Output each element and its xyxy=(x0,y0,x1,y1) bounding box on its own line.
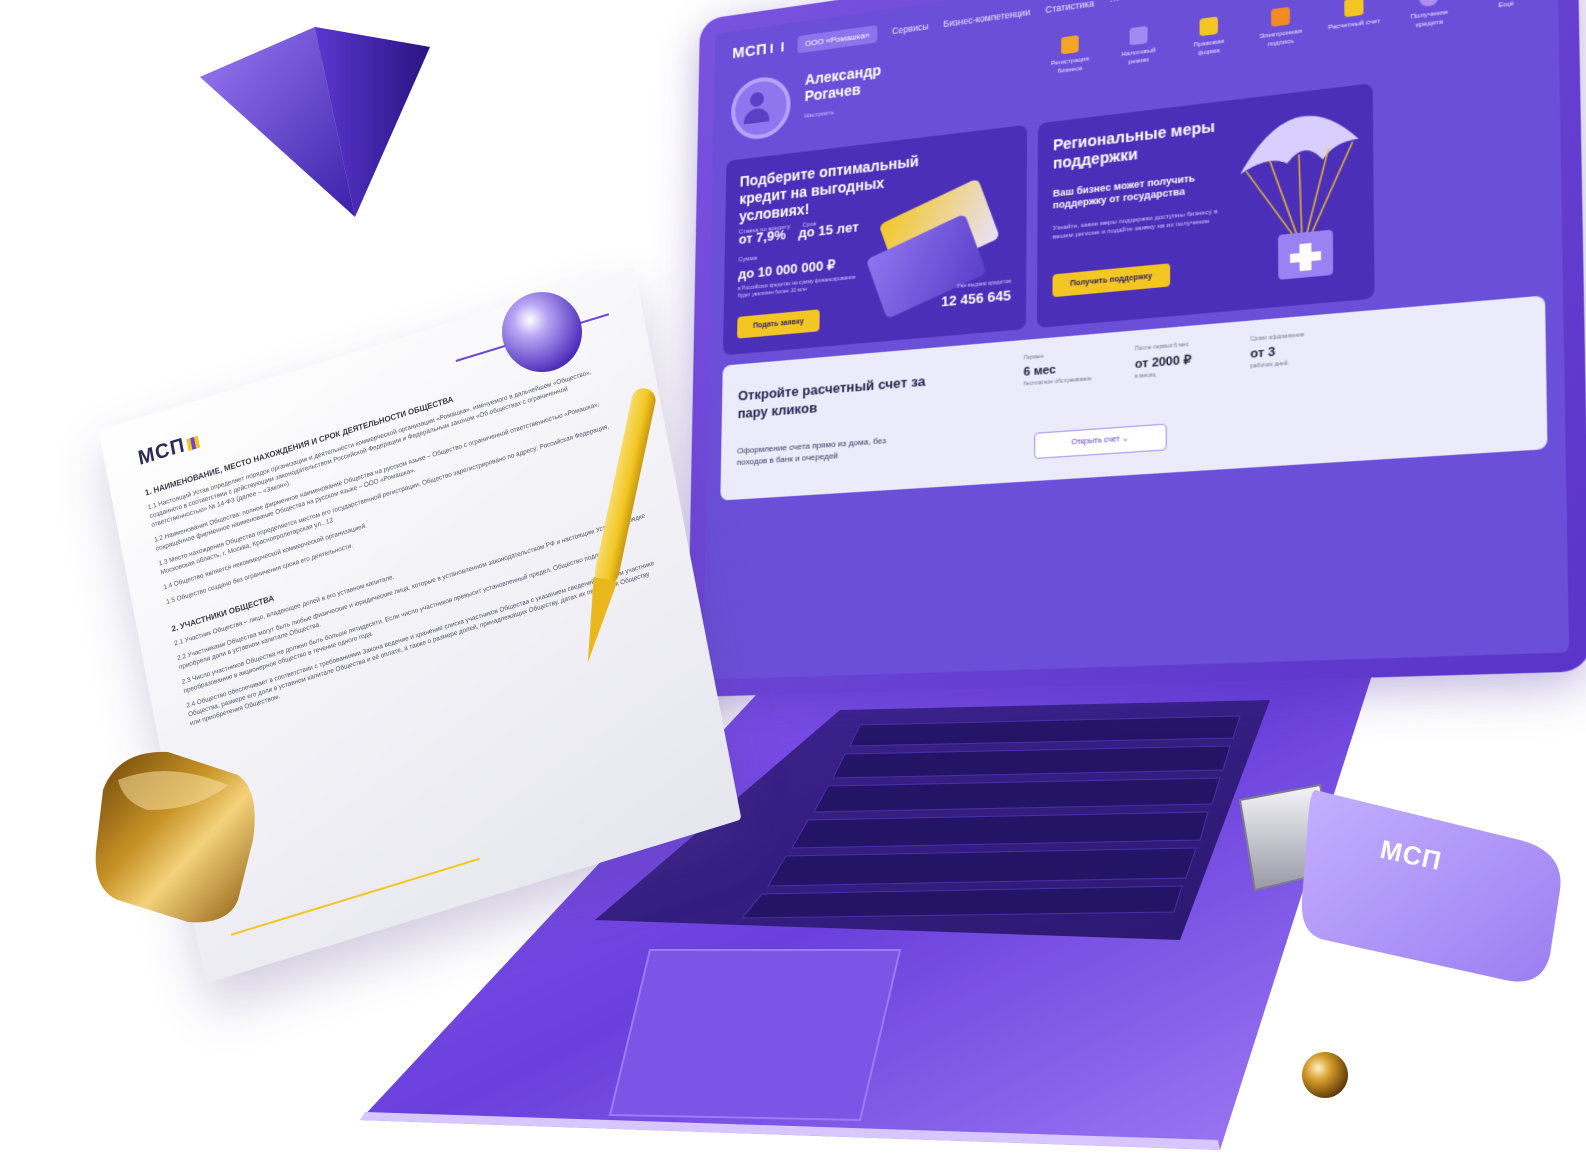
pyramid-decoration xyxy=(195,22,435,222)
nav-item-services[interactable]: Сервисы xyxy=(892,21,929,36)
nav-item-competencies[interactable]: Бизнес-компетенции xyxy=(943,7,1030,30)
support-card-promo: Региональные меры поддержки Ваш бизнес м… xyxy=(1037,83,1375,328)
profile-block: Александр Рогачев Настроить xyxy=(804,57,917,125)
document-icon xyxy=(1200,16,1218,36)
coins-icon xyxy=(1419,0,1439,7)
service-tax-regime[interactable]: Налоговый режим xyxy=(1113,24,1165,70)
nav-more[interactable]: ··· xyxy=(1110,0,1119,6)
usb-token: МСП xyxy=(1230,780,1575,990)
support-text: Узнайте, какие меры поддержки доступны б… xyxy=(1053,207,1222,242)
gold-sphere-decoration xyxy=(1300,1050,1350,1100)
support-title: Региональные меры поддержки xyxy=(1053,117,1222,173)
nav-item-statistics[interactable]: Статистика xyxy=(1045,0,1094,15)
open-account-button[interactable]: Открыть счет ⌄ xyxy=(1034,423,1167,459)
briefcase-icon xyxy=(1061,35,1079,54)
parachute-crate-image xyxy=(1228,93,1369,298)
app-logo[interactable]: МСП xyxy=(732,38,783,62)
service-account[interactable]: Расчетный счет xyxy=(1326,0,1381,42)
rate-value: от 7,9% xyxy=(739,227,786,247)
wallet-icon xyxy=(1344,0,1363,17)
pen-decoration xyxy=(560,380,670,670)
profile-avatar[interactable] xyxy=(731,74,791,143)
stat-free-months: Первые 6 мес бесплатное обслуживание xyxy=(1023,347,1123,388)
pen-icon xyxy=(1271,7,1290,27)
issued-value: 12 456 645 xyxy=(941,287,1011,310)
service-e-signature[interactable]: Электронная подпись xyxy=(1254,4,1308,51)
glass-sphere-decoration xyxy=(500,290,585,375)
service-registration[interactable]: Регистрация бизнеса xyxy=(1045,33,1096,78)
calculator-icon xyxy=(1130,26,1148,46)
touchpad xyxy=(610,950,900,1120)
service-more[interactable]: ···Ещё xyxy=(1477,0,1535,23)
stat-monthly-price: После первых 6 мес от 2000 ₽ в месяц xyxy=(1135,337,1239,380)
org-selector[interactable]: ООО «Ромашка» xyxy=(797,24,878,53)
get-support-button[interactable]: Получить поддержку xyxy=(1052,263,1170,297)
stat-processing-time: Сроки оформления от 3 рабочих дней xyxy=(1250,327,1358,370)
service-legal-form[interactable]: Правовая форма xyxy=(1183,14,1236,60)
service-credit[interactable]: Получение кредита xyxy=(1401,0,1458,32)
usb-body-image xyxy=(1230,780,1575,990)
sum-label: Сумма xyxy=(738,255,757,263)
support-subtitle: Ваш бизнес может получить поддержку от г… xyxy=(1053,170,1222,212)
chevron-down-icon: ⌄ xyxy=(1122,435,1129,443)
gold-cube-decoration xyxy=(88,740,263,930)
